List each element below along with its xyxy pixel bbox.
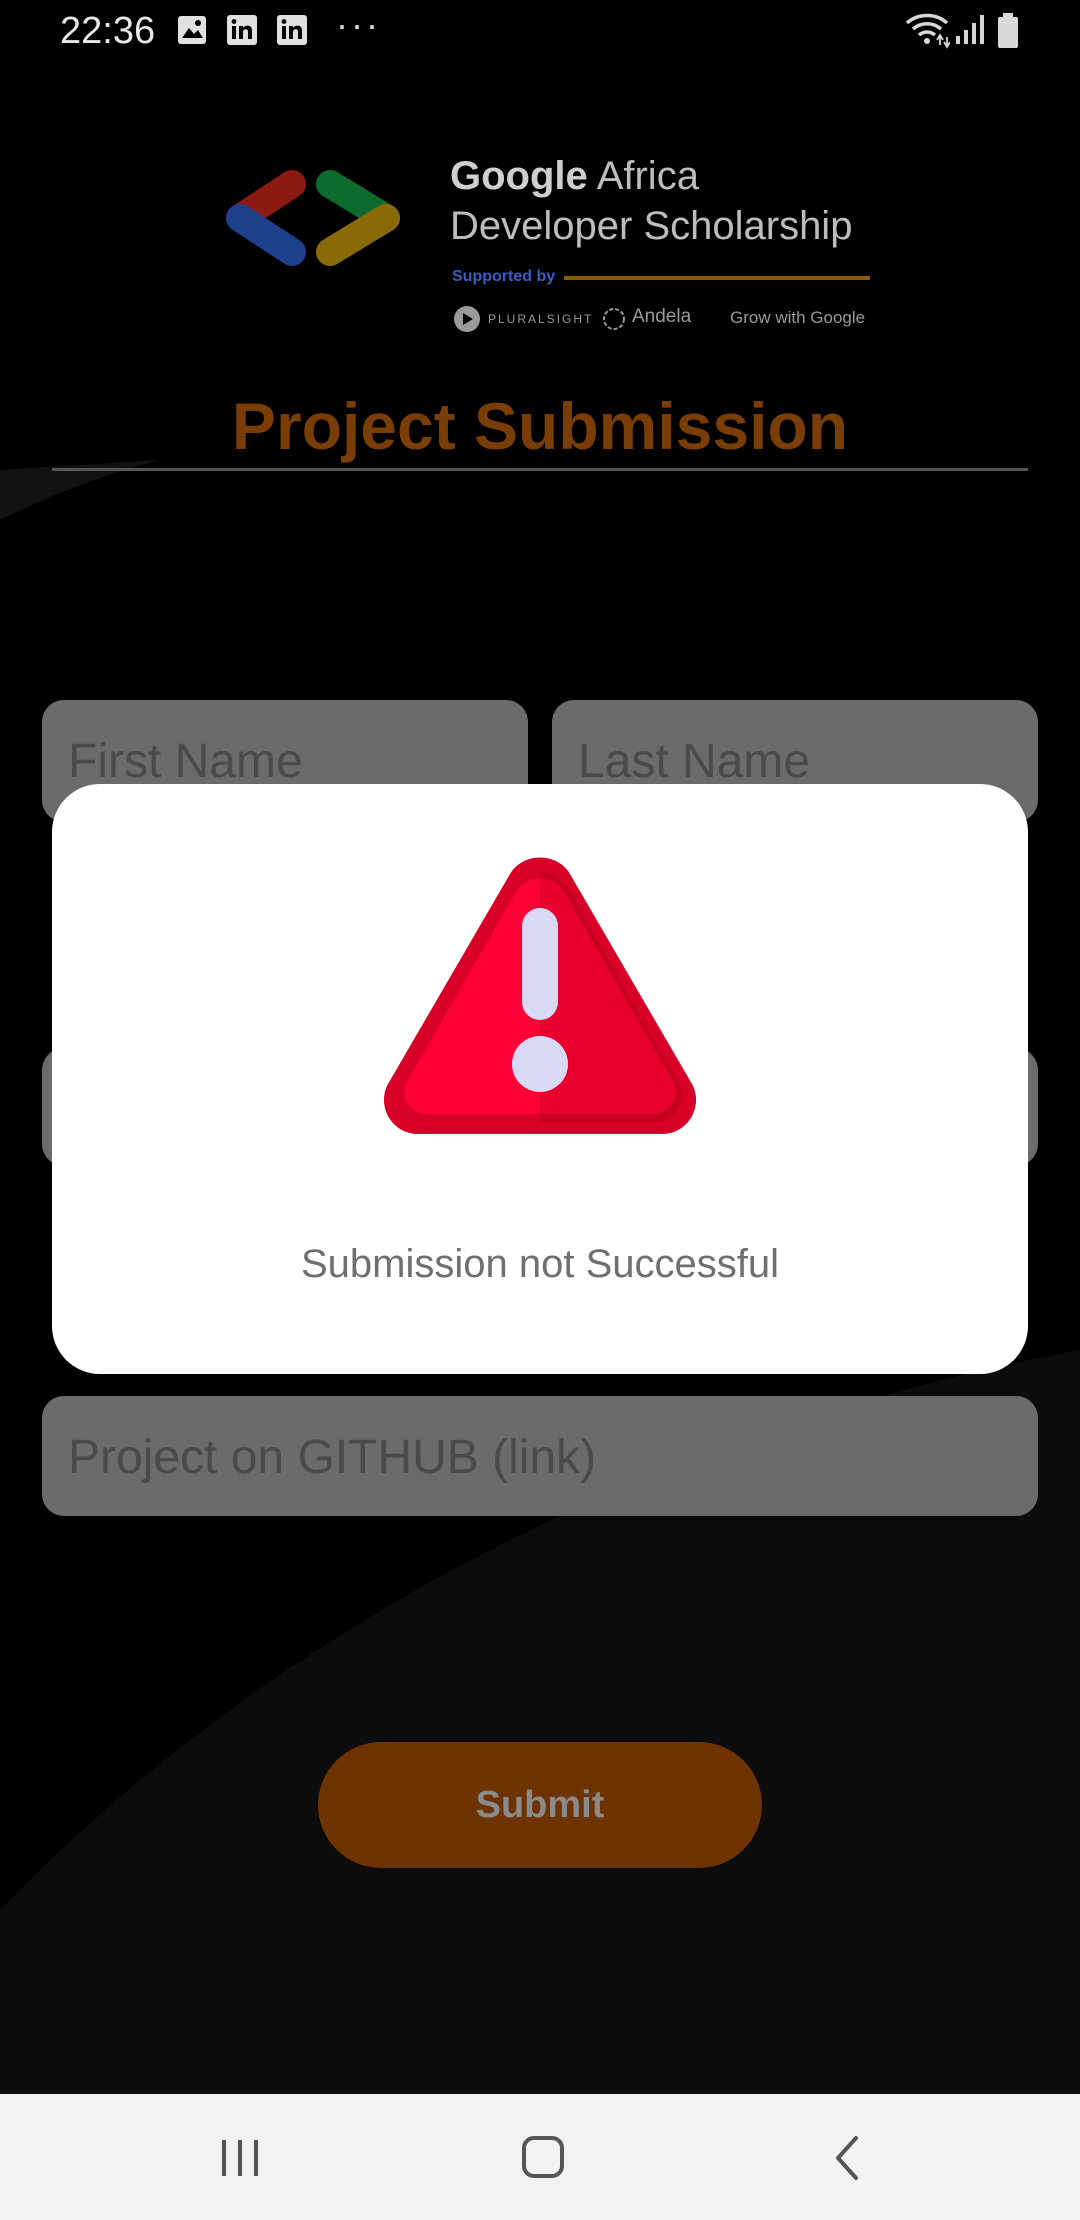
logo-title-line2: Developer Scholarship [450,204,853,248]
recent-apps-icon[interactable] [160,2094,320,2220]
battery-icon [998,13,1018,48]
github-link-field[interactable]: Project on GITHUB (link) [42,1396,1038,1516]
warning-icon [383,857,697,1134]
signal-icon [956,15,984,44]
first-name-placeholder: First Name [68,735,303,788]
title-underline [52,468,1028,471]
partner-andela: Andela [632,306,692,327]
partner-grow-with-google: Grow with Google [730,308,866,327]
last-name-placeholder: Last Name [578,735,811,788]
gads-logo: Google Africa Developer Scholarship Supp… [216,150,870,340]
supported-by-label: Supported by [452,268,556,285]
wifi-icon [905,13,950,49]
andela-icon [603,308,625,330]
linkedin-icon [227,15,257,45]
pluralsight-icon [454,306,480,332]
home-icon[interactable] [462,2094,622,2220]
logo-title-line1: Google Africa [450,154,699,198]
partner-logos: PLURALSIGHT Andela Grow with Google [452,304,872,334]
app-screen: 22:36 ··· Google Africa Developer Schola… [0,0,1080,2094]
dialog-message: Submission not Successful [300,1242,779,1286]
error-dialog[interactable]: Submission not Successful [52,784,1028,1374]
submit-button[interactable]: Submit [318,1742,762,1868]
back-icon[interactable] [766,2094,926,2220]
status-bar: 22:36 ··· [0,0,1080,64]
github-link-placeholder: Project on GITHUB (link) [68,1431,597,1484]
page-title: Project Submission [231,389,849,463]
more-notifications-icon: ··· [336,4,381,45]
code-brackets-logo-icon [226,170,400,266]
partner-pluralsight: PLURALSIGHT [488,312,594,326]
status-time: 22:36 [60,10,156,52]
supported-by-divider [564,276,870,280]
linkedin-icon [277,15,307,45]
navigation-bar [0,2094,1080,2220]
image-icon [178,16,206,44]
